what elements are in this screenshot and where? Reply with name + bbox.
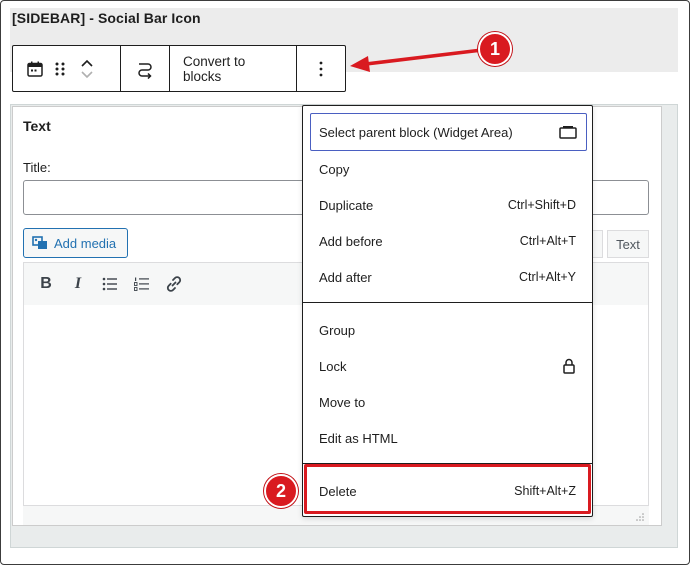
menu-item-label: Group — [319, 322, 356, 338]
menu-separator — [303, 302, 592, 303]
bulleted-list-icon[interactable] — [96, 270, 124, 298]
widget-area-icon — [558, 124, 578, 140]
block-toolbar: Convert to blocks — [12, 45, 346, 92]
text-tab[interactable]: Text — [607, 230, 649, 258]
annotation-arrow — [348, 46, 483, 76]
calendar-icon[interactable] — [26, 46, 44, 91]
add-media-icon — [32, 235, 48, 251]
menu-item-move-to[interactable]: Move to — [303, 384, 592, 420]
transform-icon[interactable] — [135, 46, 155, 91]
add-media-label: Add media — [54, 235, 117, 251]
block-toolbar-group-2 — [121, 46, 170, 91]
menu-item-add-before[interactable]: Add before Ctrl+Alt+T — [303, 223, 592, 259]
menu-item-add-after[interactable]: Add after Ctrl+Alt+Y — [303, 259, 592, 295]
menu-item-label: Select parent block (Widget Area) — [319, 124, 513, 140]
menu-item-label: Add after — [319, 269, 372, 285]
add-media-button[interactable]: Add media — [23, 228, 128, 258]
block-toolbar-group-1 — [13, 46, 121, 91]
chevron-up-icon[interactable] — [80, 59, 94, 68]
menu-item-shortcut: Ctrl+Alt+T — [519, 234, 576, 248]
callout-1: 1 — [478, 32, 512, 66]
menu-item-label: Copy — [319, 161, 350, 177]
menu-item-label: Duplicate — [319, 197, 374, 213]
widget-area-title: [SIDEBAR] - Social Bar Icon — [12, 10, 201, 26]
menu-item-shortcut: Ctrl+Shift+D — [507, 198, 576, 212]
menu-item-label: Lock — [319, 358, 347, 374]
block-options-dropdown: Select parent block (Widget Area) Copy D… — [302, 105, 593, 517]
delete-highlight-box — [304, 464, 591, 514]
title-label: Title: — [23, 160, 51, 175]
resize-handle-icon[interactable] — [633, 512, 645, 522]
menu-item-edit-as-html[interactable]: Edit as HTML — [303, 420, 592, 456]
block-toolbar-group-3: Convert to blocks — [170, 46, 297, 91]
lock-icon — [562, 358, 576, 374]
block-movers — [76, 46, 98, 91]
menu-item-select-parent[interactable]: Select parent block (Widget Area) — [310, 113, 587, 151]
drag-handle-icon[interactable] — [54, 46, 66, 91]
bold-icon[interactable]: B — [32, 270, 60, 298]
menu-item-shortcut: Ctrl+Alt+Y — [519, 270, 576, 284]
italic-icon[interactable]: I — [64, 270, 92, 298]
more-vertical-icon[interactable] — [318, 46, 324, 91]
numbered-list-icon[interactable] — [128, 270, 156, 298]
text-widget-heading: Text — [23, 118, 51, 134]
callout-2: 2 — [264, 474, 298, 508]
convert-to-blocks-button[interactable]: Convert to blocks — [170, 46, 296, 91]
menu-item-duplicate[interactable]: Duplicate Ctrl+Shift+D — [303, 187, 592, 223]
menu-item-copy[interactable]: Copy — [303, 151, 592, 187]
menu-item-label: Add before — [319, 233, 383, 249]
chevron-down-icon[interactable] — [80, 70, 94, 79]
menu-item-group[interactable]: Group — [303, 312, 592, 348]
block-toolbar-group-4 — [297, 46, 345, 91]
menu-item-lock[interactable]: Lock — [303, 348, 592, 384]
link-icon[interactable] — [160, 270, 188, 298]
menu-item-label: Move to — [319, 394, 366, 410]
menu-item-label: Edit as HTML — [319, 430, 398, 446]
